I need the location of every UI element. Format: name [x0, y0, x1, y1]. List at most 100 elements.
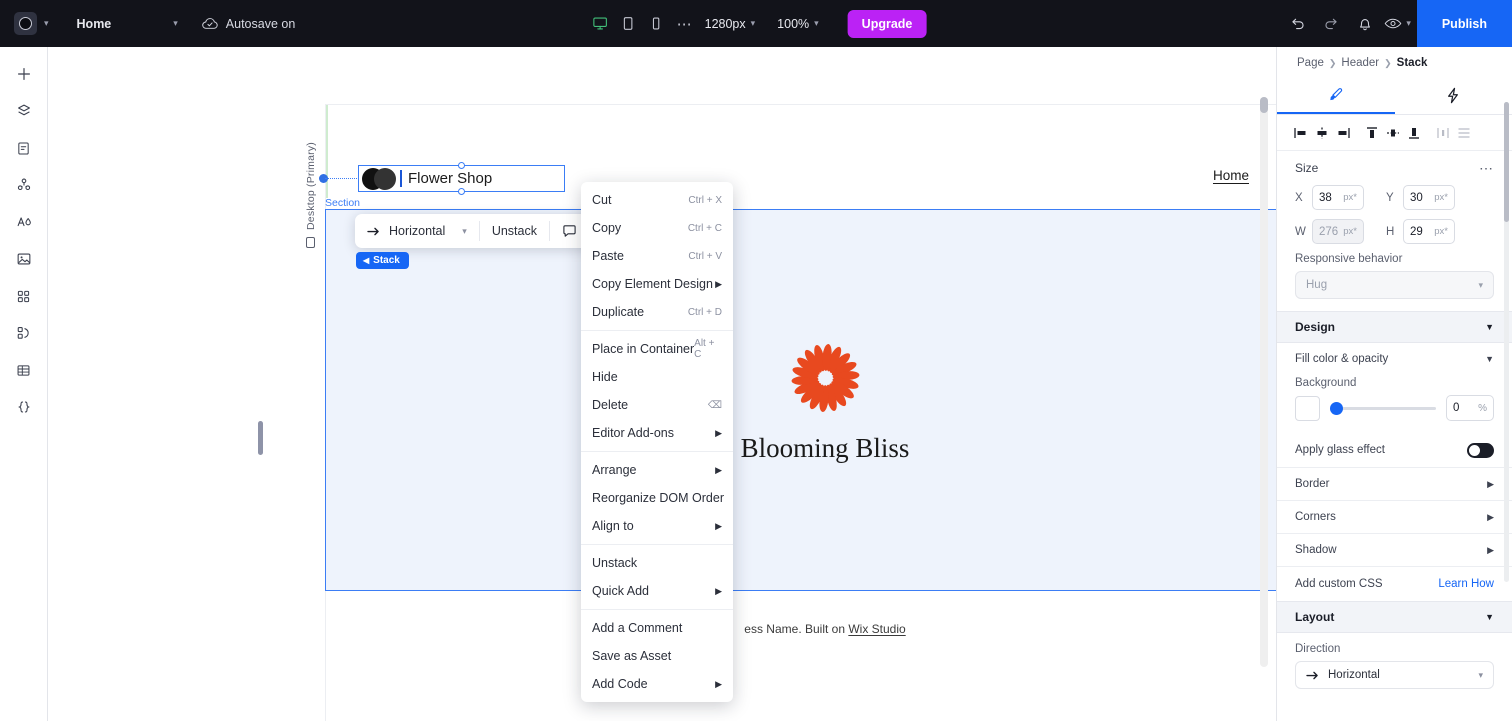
design-tab[interactable] [1277, 76, 1395, 114]
align-center-horizontal-icon[interactable] [1312, 122, 1331, 144]
text-button[interactable] [7, 205, 41, 239]
context-menu-separator [581, 544, 733, 545]
align-left-icon[interactable] [1291, 122, 1310, 144]
y-input[interactable]: 30 px* [1403, 185, 1455, 210]
breakpoint-selector[interactable]: 1280px ▾ [698, 13, 763, 35]
footer-text: ess Name. Built on Wix Studio [744, 622, 905, 636]
context-menu-item-place-in-container[interactable]: Place in Container Alt + C [581, 335, 733, 363]
align-bottom-icon[interactable] [1404, 122, 1423, 144]
context-menu-separator [581, 609, 733, 610]
site-title-text[interactable]: Flower Shop [408, 170, 492, 187]
tables-button[interactable] [7, 353, 41, 387]
border-row[interactable]: Border ▶ [1277, 468, 1512, 500]
canvas-scrollbar[interactable] [1260, 97, 1268, 667]
tablet-viewport-button[interactable] [614, 10, 642, 38]
pages-button[interactable] [7, 131, 41, 165]
more-viewports-button[interactable]: ⋯ [672, 11, 698, 37]
layers-button[interactable] [7, 94, 41, 128]
h-input[interactable]: 29 px* [1403, 219, 1455, 244]
context-menu-item-shortcut: Ctrl + C [687, 222, 722, 234]
undo-button[interactable] [1280, 7, 1314, 41]
canvas-left-drag-handle[interactable] [258, 421, 263, 455]
fill-color-row[interactable]: Fill color & opacity ▼ [1277, 343, 1512, 375]
cms-button[interactable] [7, 168, 41, 202]
w-input[interactable]: 276 px* [1312, 219, 1364, 244]
x-input[interactable]: 38 px* [1312, 185, 1364, 210]
context-menu-item-hide[interactable]: Hide [581, 363, 733, 391]
canvas-nav-home-link[interactable]: Home [1213, 168, 1249, 183]
context-menu[interactable]: Cut Ctrl + X Copy Ctrl + C Paste Ctrl + V Copy… [581, 182, 733, 702]
wix-studio-link[interactable]: Wix Studio [848, 622, 905, 636]
chevron-down-icon[interactable]: ▾ [44, 18, 49, 29]
learn-how-link[interactable]: Learn How [1438, 578, 1494, 590]
mobile-viewport-button[interactable] [642, 10, 670, 38]
breakpoint-value: 1280px [704, 16, 746, 31]
upgrade-button[interactable]: Upgrade [847, 9, 927, 38]
interactions-tab[interactable] [1395, 76, 1512, 114]
context-menu-item-copy[interactable]: Copy Ctrl + C [581, 214, 733, 242]
corners-row[interactable]: Corners ▶ [1277, 501, 1512, 533]
distribute-vertical-icon[interactable] [1454, 122, 1473, 144]
context-menu-item-paste[interactable]: Paste Ctrl + V [581, 242, 733, 270]
size-more-button[interactable]: ⋯ [1479, 160, 1494, 177]
layout-section-header[interactable]: Layout ▼ [1277, 601, 1512, 633]
cloud-check-icon [202, 18, 218, 29]
page-selector-label[interactable]: Home [77, 17, 112, 31]
size-row-xy: X 38 px* Y 30 px* [1277, 185, 1512, 210]
direction-select[interactable]: Horizontal ▾ [1295, 661, 1494, 689]
context-menu-item-save-as-asset[interactable]: Save as Asset [581, 642, 733, 670]
canvas-scrollbar-thumb[interactable] [1260, 97, 1268, 113]
wix-logo-button[interactable] [14, 12, 37, 35]
apps-button[interactable] [7, 279, 41, 313]
context-menu-item-delete[interactable]: Delete ⌫ [581, 391, 733, 419]
context-menu-item-reorganize-dom-order[interactable]: Reorganize DOM Order [581, 484, 733, 512]
glass-effect-toggle[interactable] [1467, 442, 1494, 458]
notifications-button[interactable] [1348, 7, 1382, 41]
context-menu-item-cut[interactable]: Cut Ctrl + X [581, 186, 733, 214]
opacity-slider-knob[interactable] [1330, 401, 1343, 415]
context-menu-item-align-to[interactable]: Align to ▶ [581, 512, 733, 540]
chevron-down-icon: ▼ [1485, 354, 1494, 364]
resize-handle-bottom[interactable] [458, 188, 465, 195]
align-middle-icon[interactable] [1383, 122, 1402, 144]
responsive-behavior-select[interactable]: Hug ▾ [1295, 271, 1494, 299]
media-button[interactable] [7, 242, 41, 276]
dev-mode-button[interactable] [7, 390, 41, 424]
breadcrumb-header[interactable]: Header [1341, 57, 1379, 69]
shadow-row[interactable]: Shadow ▶ [1277, 534, 1512, 566]
selected-logo-stack[interactable]: Flower Shop [319, 162, 565, 195]
context-menu-item-add-a-comment[interactable]: Add a Comment [581, 614, 733, 642]
distribute-horizontal-icon[interactable] [1433, 122, 1452, 144]
unstack-button[interactable]: Unstack [480, 214, 549, 248]
context-menu-item-editor-add-ons[interactable]: Editor Add-ons ▶ [581, 419, 733, 447]
redo-button[interactable] [1314, 7, 1348, 41]
desktop-viewport-button[interactable] [586, 10, 614, 38]
publish-button[interactable]: Publish [1416, 0, 1512, 47]
resize-handle-top[interactable] [458, 162, 465, 169]
panel-scrollbar-thumb[interactable] [1504, 102, 1509, 222]
page-selector-chevron-icon[interactable]: ▾ [173, 18, 178, 29]
preview-button[interactable]: ▾ [1382, 16, 1417, 31]
panel-scrollbar[interactable] [1504, 102, 1509, 582]
interactions-button[interactable] [7, 316, 41, 350]
background-color-swatch[interactable] [1295, 395, 1320, 421]
breadcrumb-page[interactable]: Page [1297, 57, 1324, 69]
align-right-icon[interactable] [1333, 122, 1352, 144]
context-menu-item-add-code[interactable]: Add Code ▶ [581, 670, 733, 698]
opacity-input[interactable]: 0 % [1446, 395, 1494, 421]
direction-toggle-button[interactable]: Horizontal ▾ [355, 214, 479, 248]
opacity-slider[interactable] [1330, 401, 1436, 415]
stack-breadcrumb-pill[interactable]: ◀ Stack [356, 252, 409, 269]
context-menu-item-copy-element-design[interactable]: Copy Element Design ▶ [581, 270, 733, 298]
add-elements-button[interactable] [7, 57, 41, 91]
context-menu-item-duplicate[interactable]: Duplicate Ctrl + D [581, 298, 733, 326]
header-zone[interactable]: Home Flower Shop [319, 105, 1276, 198]
design-section-header[interactable]: Design ▼ [1277, 311, 1512, 343]
zoom-selector[interactable]: 100% ▾ [770, 13, 826, 35]
context-menu-item-quick-add[interactable]: Quick Add ▶ [581, 577, 733, 605]
chevron-right-icon: ▶ [715, 464, 722, 475]
align-top-icon[interactable] [1362, 122, 1381, 144]
fill-color-label: Fill color & opacity [1295, 353, 1389, 365]
context-menu-item-arrange[interactable]: Arrange ▶ [581, 456, 733, 484]
context-menu-item-unstack[interactable]: Unstack [581, 549, 733, 577]
